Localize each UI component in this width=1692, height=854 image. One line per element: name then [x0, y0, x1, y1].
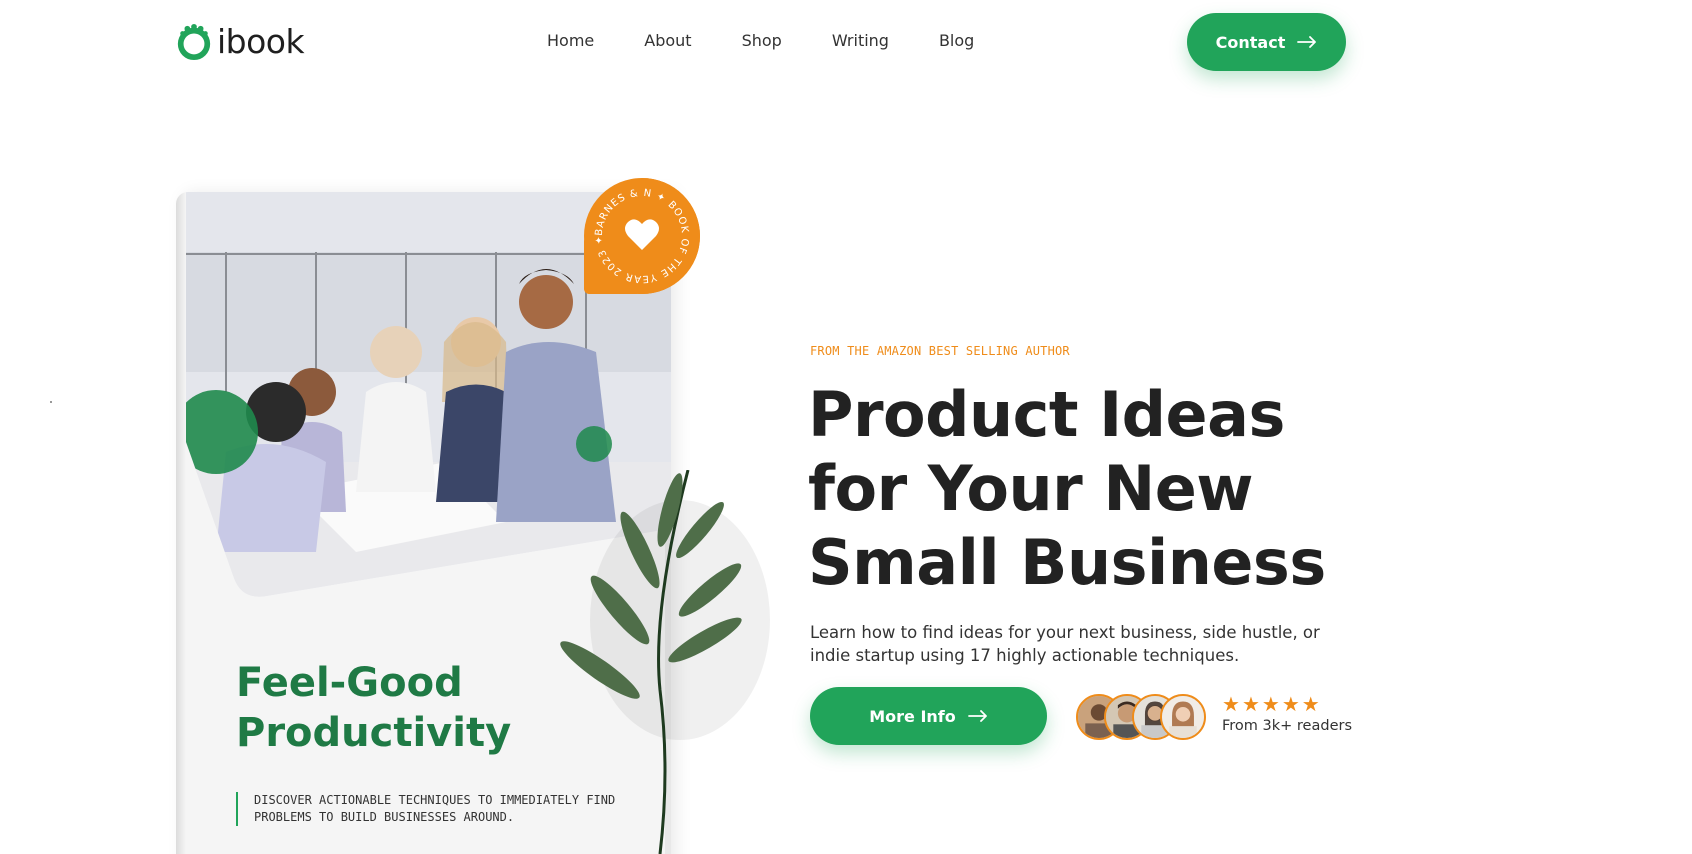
brand-name: ibook	[217, 22, 305, 61]
stray-dot	[50, 401, 52, 403]
award-badge: BARNES & N ✦ BOOK OF THE YEAR 2023 ✦	[584, 178, 700, 294]
nav-item-writing[interactable]: Writing	[832, 30, 889, 52]
star-icon: ★	[1222, 694, 1242, 716]
rating-stars: ★★★★★	[1222, 694, 1322, 716]
contact-button[interactable]: Contact	[1187, 13, 1346, 71]
main-nav: Home About Shop Writing Blog	[547, 30, 974, 52]
arrow-right-icon	[1297, 36, 1317, 48]
nav-item-shop[interactable]: Shop	[742, 30, 782, 52]
hero-eyebrow: FROM THE AMAZON BEST SELLING AUTHOR	[810, 344, 1070, 358]
star-icon: ★	[1241, 694, 1262, 716]
more-info-button[interactable]: More Info	[810, 687, 1047, 745]
arrow-right-icon	[967, 710, 987, 722]
hero-lede: Learn how to find ideas for your next bu…	[810, 623, 1320, 665]
star-icon: ★	[1261, 694, 1282, 716]
star-icon: ★	[1281, 694, 1302, 716]
reader-avatars	[1076, 694, 1206, 740]
plant-decoration	[560, 470, 770, 854]
contact-button-label: Contact	[1215, 32, 1286, 52]
site-logo[interactable]: ibook	[175, 22, 305, 61]
nav-item-blog[interactable]: Blog	[939, 30, 974, 52]
readers-count: From 3k+ readers	[1222, 718, 1353, 734]
book-spine	[176, 192, 186, 854]
nav-item-about[interactable]: About	[644, 30, 691, 52]
hero-headline: Product Ideas for Your New Small Busines…	[808, 378, 1326, 599]
nav-item-home[interactable]: Home	[547, 30, 594, 52]
star-icon: ★	[1301, 694, 1322, 716]
avatar	[1160, 694, 1206, 740]
leaf-ring-icon	[177, 23, 211, 60]
more-info-label: More Info	[869, 706, 956, 726]
